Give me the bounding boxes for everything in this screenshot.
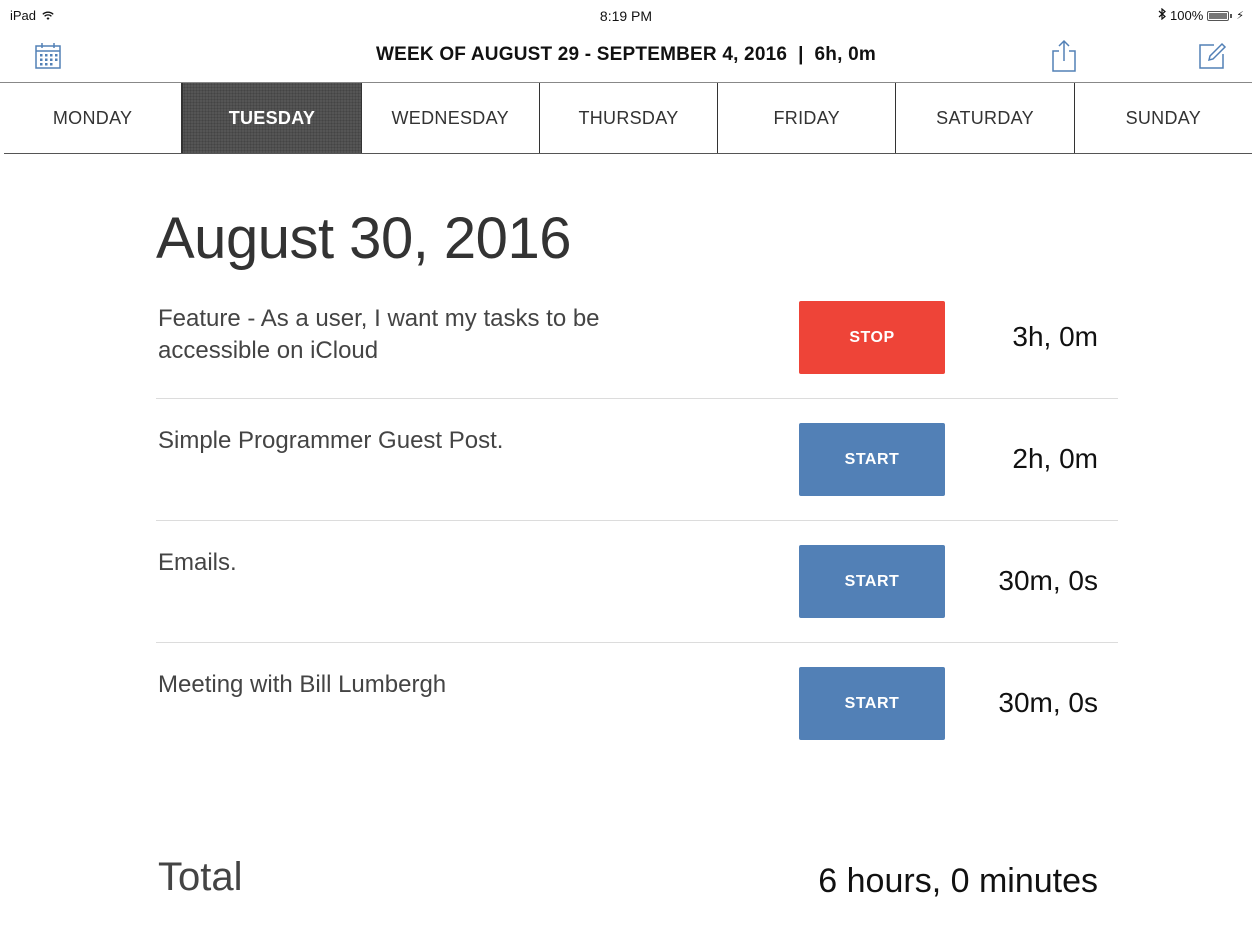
status-time: 8:19 PM [599, 8, 653, 24]
stop-button[interactable]: STOP [799, 301, 945, 374]
share-icon [1050, 39, 1078, 78]
total-value: 6 hours, 0 minutes [818, 862, 1098, 900]
compose-button[interactable] [1192, 38, 1232, 78]
task-time: 2h, 0m [1012, 443, 1098, 474]
status-bar: iPad 8:19 PM 100% ⚡ [0, 0, 1252, 32]
battery-icon [1207, 10, 1230, 21]
tab-friday[interactable]: FRIDAY [718, 83, 897, 153]
nav-bar: WEEK OF AUGUST 29 - SEPTEMBER 4, 2016 | … [0, 32, 1252, 83]
start-button[interactable]: START [799, 545, 945, 618]
battery-cap [1230, 13, 1233, 18]
task-list: Feature - As a user, I want my tasks to … [156, 277, 1118, 764]
battery-percent: 100% [1170, 8, 1204, 23]
task-row: Emails. START 30m, 0s [156, 521, 1118, 643]
tab-wednesday[interactable]: WEDNESDAY [362, 83, 540, 153]
task-time: 30m, 0s [998, 565, 1098, 596]
task-name[interactable]: Feature - As a user, I want my tasks to … [158, 303, 678, 367]
tab-tuesday[interactable]: TUESDAY [182, 83, 362, 153]
tab-thursday[interactable]: THURSDAY [540, 83, 719, 153]
tab-monday[interactable]: MONDAY [4, 83, 183, 153]
tab-sunday[interactable]: SUNDAY [1075, 83, 1252, 153]
tab-saturday[interactable]: SATURDAY [896, 83, 1075, 153]
day-tabs: MONDAY TUESDAY WEDNESDAY THURSDAY FRIDAY… [4, 83, 1252, 154]
status-bar-right: 100% ⚡ [1158, 7, 1244, 23]
date-heading: August 30, 2016 [156, 206, 571, 271]
charging-icon: ⚡ [1236, 10, 1244, 22]
task-name[interactable]: Emails. [158, 547, 678, 579]
bluetooth-icon [1158, 7, 1166, 23]
task-row: Feature - As a user, I want my tasks to … [156, 277, 1118, 399]
compose-icon [1197, 41, 1227, 76]
task-row: Meeting with Bill Lumbergh START 30m, 0s [156, 643, 1118, 764]
task-time: 3h, 0m [1012, 321, 1098, 352]
start-button[interactable]: START [799, 423, 945, 496]
task-name[interactable]: Simple Programmer Guest Post. [158, 425, 678, 457]
task-time: 30m, 0s [998, 687, 1098, 718]
task-row: Simple Programmer Guest Post. START 2h, … [156, 399, 1118, 521]
total-label: Total [158, 855, 243, 899]
share-button[interactable] [1044, 38, 1084, 78]
start-button[interactable]: START [799, 667, 945, 740]
task-name[interactable]: Meeting with Bill Lumbergh [158, 669, 678, 701]
